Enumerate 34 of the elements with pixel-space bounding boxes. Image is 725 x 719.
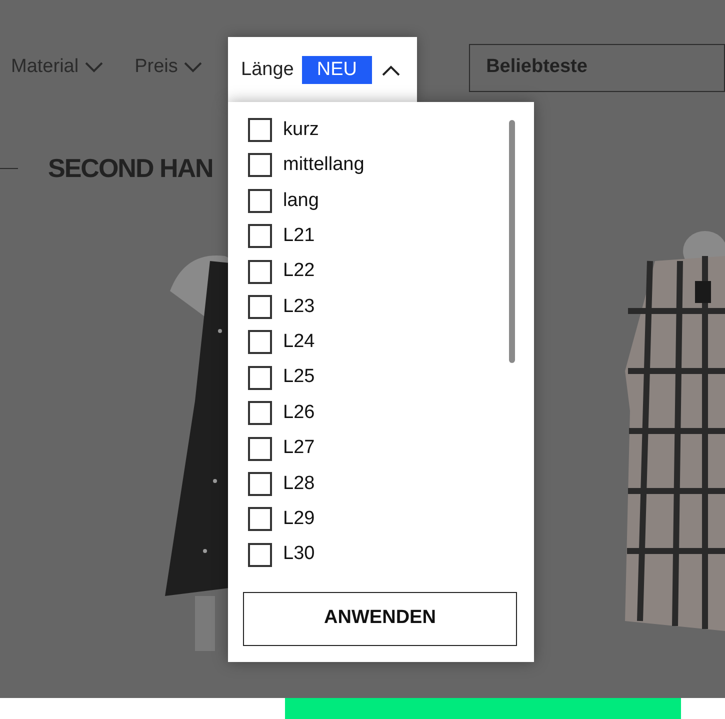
chevron-down-icon [184,62,202,73]
checkbox[interactable] [248,436,272,461]
checkbox-option[interactable]: L30 [248,542,509,567]
scrollbar[interactable] [509,120,515,363]
filter-label: Länge [241,58,294,82]
checkbox-option[interactable]: L26 [248,401,509,426]
checkbox[interactable] [248,260,272,284]
checkbox-option[interactable]: L22 [248,260,509,284]
checkbox[interactable] [248,188,272,213]
checkbox[interactable] [248,401,272,426]
chevron-down-icon [84,62,103,73]
checkbox-option[interactable]: mittellang [248,153,509,178]
checkbox-option[interactable]: L28 [248,472,509,496]
new-badge: NEU [302,56,372,84]
checkbox[interactable] [248,153,272,178]
checkbox-option[interactable]: L24 [248,330,509,354]
checkbox-option[interactable]: L27 [248,436,509,461]
apply-button[interactable]: ANWENDEN [243,592,517,646]
section-heading: SECOND HAN [48,152,213,184]
checkbox-option[interactable]: L21 [248,224,509,248]
checkbox[interactable] [248,507,272,532]
checkbox-option[interactable]: L23 [248,294,509,319]
checkbox-option[interactable]: lang [248,188,509,213]
checkbox[interactable] [248,224,272,248]
checkbox-option[interactable]: L25 [248,366,509,390]
checkbox[interactable] [248,118,272,142]
checkbox[interactable] [248,542,272,567]
checkbox[interactable] [248,366,272,390]
checkbox[interactable] [248,472,272,496]
checkbox-option[interactable]: kurz [248,118,509,142]
checkbox[interactable] [248,294,272,319]
checkbox-option[interactable]: L29 [248,507,509,532]
checkbox[interactable] [248,330,272,354]
filter-tab[interactable]: Länge NEU [228,37,417,103]
